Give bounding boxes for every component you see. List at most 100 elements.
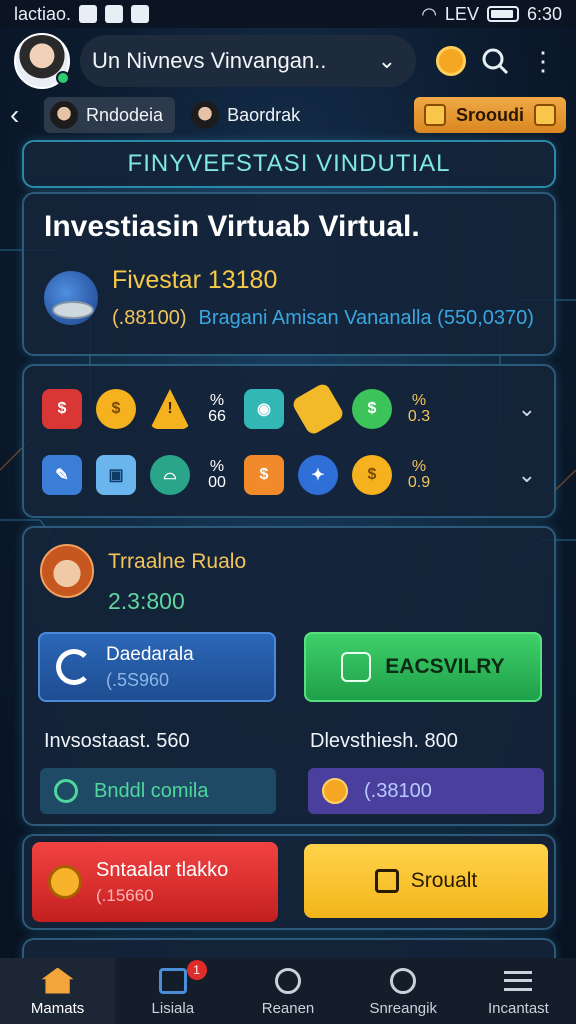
user-avatar[interactable] [14,33,70,89]
teal-action-box[interactable]: Bnddl comila [40,768,276,814]
chat-icon[interactable]: $ [42,389,82,429]
investment-detail: Bragani Amisan Vananalla (550,0370) [198,307,534,329]
icon-row: $ $ ! % 66 ◉ $ % 0.3 ⌄ [42,376,536,442]
red-action-button[interactable]: Sntaalar tlakko (.15660 [32,842,278,922]
account-name: Un Nivnevs Vinvangan.. [92,48,327,73]
carrier-label: LEV [444,3,479,24]
app-icon [105,5,124,23]
back-arrow-icon[interactable]: ‹ [10,99,34,131]
red-button-sub: (.15660 [96,885,154,905]
ticket-icon [534,104,556,126]
wifi-icon: ◠ [421,3,437,24]
box-dollar-icon[interactable]: $ [244,455,284,495]
bubble-icon[interactable]: ⌓ [150,455,190,495]
online-indicator-icon [56,71,70,85]
chevron-down-icon: ⌄ [377,48,396,73]
home-icon [41,967,74,994]
special-button[interactable]: Srooudi [414,97,566,133]
menu-icon [504,970,533,991]
teal-box-label: Bnddl comila [94,779,209,802]
deposit-label: Dlevsthiesh. 800 [310,730,458,752]
profile-tab-1[interactable]: Rndodeia [44,97,176,133]
account-switcher[interactable]: Un Nivnevs Vinvangan.. ⌄ [80,35,416,87]
battery-icon [486,6,519,22]
profile-tab-row: ‹ Rndodeia Baordrak Srooudi [0,94,576,136]
chevron-down-icon[interactable]: ⌄ [518,462,536,488]
nav-item-explore[interactable]: Snreangik [346,958,461,1024]
nav-item-list[interactable]: 1 Lisiala [115,958,230,1024]
notification-badge: 1 [186,960,207,980]
refresh-button[interactable]: Daedarala (.5S960 [38,632,276,702]
shield-icon [341,652,372,682]
cube-icon[interactable]: ▣ [96,455,136,495]
investment-name: Fivestar 13180 [112,266,278,294]
green-action-button[interactable]: EACSVILRY [304,632,542,702]
section-banner: FINYVEFSTASI VINDUTIAL [22,140,556,188]
nav-item-search[interactable]: Reanen [230,958,345,1024]
clock-icon [54,779,78,803]
nav-label: Reanen [261,999,315,1017]
investment-heading: Investiasin Virtuab Virtual. [44,210,420,243]
icon-grid: $ $ ! % 66 ◉ $ % 0.3 ⌄ ✎ ▣ ⌓ % 00 $ ✦ $ % 0.… [22,364,556,518]
dollar-icon[interactable]: $ [352,389,392,429]
investment-card[interactable]: Investiasin Virtuab Virtual. Fivestar 13… [22,192,556,356]
avatar [191,101,220,129]
notification-icon [79,5,98,23]
special-button-label: Srooudi [456,104,524,125]
refresh-button-sub: (.5S960 [106,669,170,690]
invest-label: Invsostaast. 560 [44,730,190,752]
profile-tab-label: Rndodeia [86,104,164,125]
search-icon[interactable] [476,42,514,80]
trade-title: Trraalne Rualo [108,550,247,573]
nav-item-menu[interactable]: Incantast [461,958,576,1024]
chevron-down-icon[interactable]: ⌄ [518,396,536,422]
coin-icon[interactable]: $ [96,389,136,429]
cash-icon[interactable]: ◉ [244,389,284,429]
search-icon [275,967,301,994]
edit-icon[interactable]: ✎ [42,455,82,495]
bottom-nav: Mamats 1 Lisiala Reanen Snreangik Incant… [0,958,576,1024]
gold-bar-icon[interactable] [290,381,346,437]
coin-icon [322,778,348,804]
coin-icon[interactable]: $ [352,455,392,495]
status-bar: lactiao. ◠ LEV 6:30 [0,0,576,28]
warning-icon[interactable]: ! [150,389,190,429]
trade-card: Trraalne Rualo 2.3:800 Daedarala (.5S960… [22,526,556,826]
more-vertical-icon[interactable]: ⋮ [524,42,562,80]
coin-icon[interactable] [436,46,466,76]
yellow-button-label: Sroualt [410,869,478,892]
purple-box-label: (.38100 [364,779,432,802]
status-left-text: lactiao. [14,3,72,24]
green-button-label: EACSVILRY [385,655,505,678]
icon-row: ✎ ▣ ⌓ % 00 $ ✦ $ % 0.9 ⌄ [42,442,536,508]
action-card: Sntaalar tlakko (.15660 Sroualt [22,834,556,930]
refresh-button-title: Daedarala [106,643,194,665]
nav-item-home[interactable]: Mamats [0,958,116,1024]
percent-icon: % 0.9 [407,458,431,491]
red-button-title: Sntaalar tlakko [96,858,229,881]
avatar [40,544,94,598]
calendar-icon [158,967,187,994]
yellow-action-button[interactable]: Sroualt [304,844,548,918]
profile-tab-2[interactable]: Baordrak [185,97,312,133]
search-icon [390,967,417,994]
checkbox-icon [374,869,399,893]
nav-label: Incantast [487,999,549,1017]
percent-icon: % 66 [208,392,226,425]
gift-icon [424,104,446,126]
nav-label: Mamats [30,999,85,1017]
purple-action-box[interactable]: (.38100 [308,768,544,814]
globe-coin-icon [44,271,98,325]
percent-icon: % 00 [208,458,226,491]
investment-amount: (.88100) [112,307,187,329]
percent-icon: % 0.3 [407,392,431,425]
avatar [50,101,78,129]
clock-time: 6:30 [526,3,562,24]
refresh-icon [56,649,92,685]
shield-icon [48,865,82,899]
trade-amount: 2.3:800 [108,588,185,614]
coupon-icon[interactable]: ✦ [298,455,338,495]
nav-label: Snreangik [369,999,437,1017]
profile-tab-label: Baordrak [227,104,301,125]
app-header: Un Nivnevs Vinvangan.. ⌄ ⋮ [0,28,576,94]
